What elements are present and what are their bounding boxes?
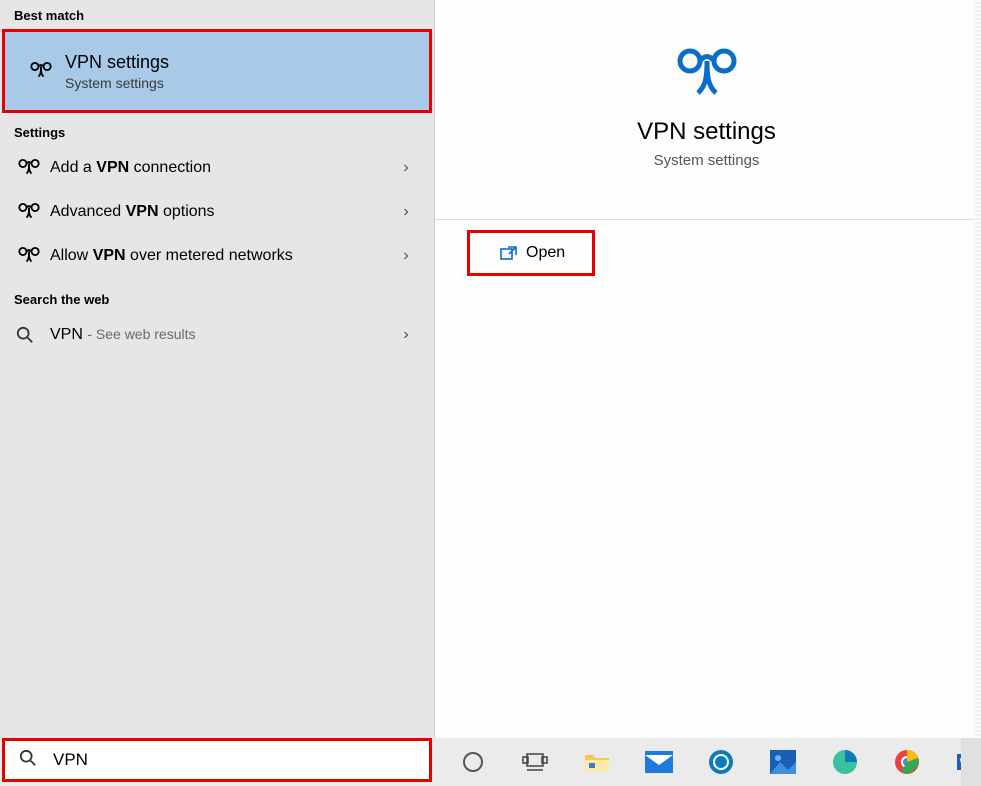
best-match-result[interactable]: VPN settings System settings — [2, 29, 432, 113]
open-external-icon — [500, 245, 518, 261]
edge-icon[interactable] — [824, 740, 866, 784]
vpn-icon — [16, 245, 50, 268]
search-icon — [19, 749, 45, 772]
web-list: VPN - See web results› — [0, 313, 434, 363]
file-explorer-icon[interactable] — [576, 740, 618, 784]
vpn-icon — [16, 201, 50, 224]
best-match-subtitle: System settings — [65, 75, 169, 91]
scrollbar[interactable] — [975, 0, 981, 738]
search-icon — [16, 326, 50, 344]
vpn-icon — [21, 60, 61, 83]
chevron-right-icon: › — [394, 203, 418, 221]
task-view-icon[interactable] — [514, 740, 556, 784]
settings-item[interactable]: Add a VPN connection› — [0, 146, 434, 190]
web-item[interactable]: VPN - See web results› — [0, 313, 434, 357]
web-item-label: VPN - See web results — [50, 326, 394, 344]
settings-header: Settings — [0, 117, 434, 146]
preview-pane: VPN settings System settings Open — [434, 0, 978, 738]
open-action[interactable]: Open — [467, 230, 595, 276]
taskbar-scroll[interactable] — [961, 738, 981, 786]
chevron-right-icon: › — [394, 247, 418, 265]
settings-list: Add a VPN connection›Advanced VPN option… — [0, 146, 434, 284]
dell-icon[interactable] — [700, 740, 742, 784]
taskbar-icons: W — [452, 740, 981, 784]
cortana-icon[interactable] — [452, 740, 494, 784]
search-text: VPN — [53, 750, 88, 770]
settings-item[interactable]: Allow VPN over metered networks› — [0, 234, 434, 278]
search-results-pane: Best match VPN settings System settings … — [0, 0, 434, 738]
chevron-right-icon: › — [394, 159, 418, 177]
preview-subtitle: System settings — [455, 152, 958, 169]
divider — [435, 219, 978, 220]
mail-icon[interactable] — [638, 740, 680, 784]
settings-item-label: Allow VPN over metered networks — [50, 247, 394, 265]
chevron-right-icon: › — [394, 326, 418, 344]
settings-item-label: Advanced VPN options — [50, 203, 394, 221]
photos-icon[interactable] — [762, 740, 804, 784]
preview-title: VPN settings — [455, 118, 958, 146]
chrome-icon[interactable] — [886, 740, 928, 784]
settings-item-label: Add a VPN connection — [50, 159, 394, 177]
vpn-icon-large — [667, 40, 747, 100]
taskbar: VPN W — [0, 738, 981, 786]
open-label: Open — [526, 244, 565, 262]
best-match-header: Best match — [0, 0, 434, 29]
best-match-title: VPN settings — [65, 52, 169, 73]
vpn-icon — [16, 157, 50, 180]
search-input[interactable]: VPN — [2, 738, 432, 782]
settings-item[interactable]: Advanced VPN options› — [0, 190, 434, 234]
search-web-header: Search the web — [0, 284, 434, 313]
